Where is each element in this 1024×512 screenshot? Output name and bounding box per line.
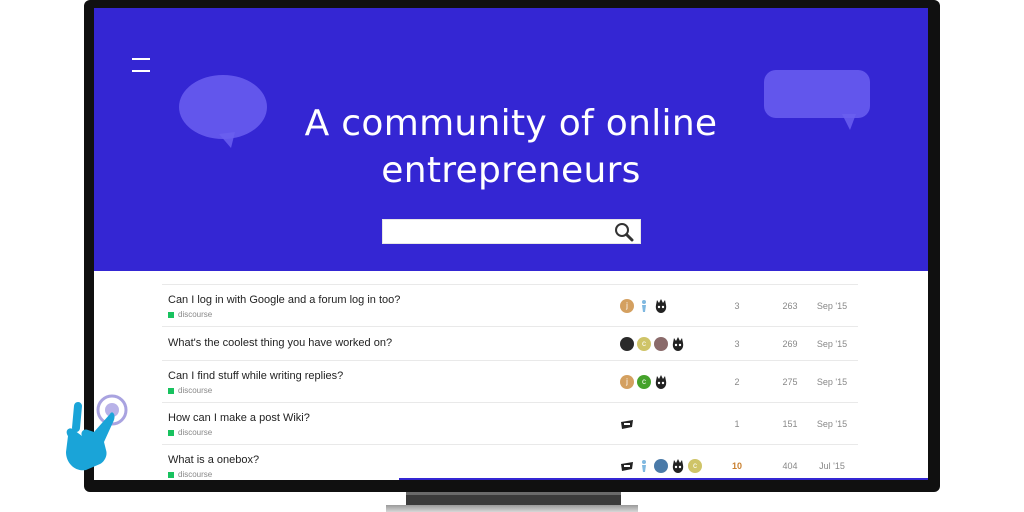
topic-row[interactable]: How can I make a post Wiki? discourse 1 151… (162, 402, 858, 444)
reply-count: 3 (734, 300, 740, 311)
avatar[interactable] (620, 337, 634, 351)
title-line-1: A community of online (304, 103, 718, 144)
category-label: discourse (178, 428, 213, 437)
avatar[interactable] (637, 459, 651, 473)
avatar[interactable] (654, 299, 668, 313)
menu-icon[interactable] (132, 56, 150, 76)
topic-title-link[interactable]: How can I make a post Wiki? (168, 412, 310, 424)
category-color-square (168, 387, 174, 394)
title-line-2: entrepreneurs (381, 150, 641, 191)
avatar[interactable]: j (620, 299, 634, 313)
category-label: discourse (178, 470, 213, 479)
footer-accent-bar (399, 478, 928, 480)
activity-date[interactable]: Sep '15 (810, 301, 854, 311)
avatar[interactable]: c (637, 375, 651, 389)
speech-bubble-icon (764, 70, 870, 130)
poster-avatars (620, 417, 637, 431)
topic-title-link[interactable]: Can I find stuff while writing replies? (168, 370, 343, 382)
category-color-square (168, 429, 174, 436)
reply-count: 2 (734, 376, 740, 387)
view-count: 151 (782, 418, 798, 429)
poster-avatars: c (620, 459, 705, 473)
avatar[interactable] (654, 337, 668, 351)
topic-row[interactable]: Can I log in with Google and a forum log… (162, 284, 858, 326)
poster-avatars: c (620, 337, 688, 351)
view-count: 275 (782, 376, 798, 387)
avatar[interactable]: j (620, 375, 634, 389)
page-title: A community of online entrepreneurs (274, 100, 748, 194)
avatar[interactable] (654, 375, 668, 389)
category-badge[interactable]: discourse (168, 470, 212, 479)
search-box (382, 219, 641, 244)
avatar[interactable]: c (637, 337, 651, 351)
speech-bubble-icon (179, 75, 267, 148)
category-badge[interactable]: discourse (168, 386, 212, 395)
avatar[interactable] (654, 459, 668, 473)
monitor-stand-highlight (406, 492, 621, 495)
category-color-square (168, 471, 174, 478)
avatar[interactable] (671, 459, 685, 473)
avatar[interactable]: c (688, 459, 702, 473)
reply-count: 1 (734, 418, 740, 429)
avatar[interactable] (620, 459, 634, 473)
monitor-stand-base (386, 505, 638, 512)
category-label: discourse (178, 386, 213, 395)
activity-date[interactable]: Sep '15 (810, 419, 854, 429)
reply-count: 10 (731, 460, 742, 471)
avatar[interactable] (620, 417, 634, 431)
view-count: 263 (782, 300, 798, 311)
topic-title-link[interactable]: Can I log in with Google and a forum log… (168, 294, 400, 306)
activity-date[interactable]: Sep '15 (810, 377, 854, 387)
hero-banner: A community of online entrepreneurs (94, 8, 928, 271)
category-label: discourse (178, 310, 213, 319)
category-color-square (168, 311, 174, 318)
topic-list: Can I log in with Google and a forum log… (162, 284, 858, 480)
topic-row[interactable]: Can I find stuff while writing replies? d… (162, 360, 858, 402)
screen: A community of online entrepreneurs Can … (94, 8, 928, 480)
search-icon[interactable] (614, 222, 634, 242)
avatar[interactable] (637, 299, 651, 313)
search-input[interactable] (383, 220, 619, 243)
reply-count: 3 (734, 338, 740, 349)
poster-avatars: jc (620, 375, 671, 389)
monitor-frame: A community of online entrepreneurs Can … (84, 0, 940, 492)
category-badge[interactable]: discourse (168, 310, 212, 319)
view-count: 404 (782, 460, 798, 471)
activity-date[interactable]: Sep '15 (810, 339, 854, 349)
pointing-hand-icon (66, 394, 128, 471)
topic-row[interactable]: What is a onebox? discourse c 10 404 Jul '15 (162, 444, 858, 480)
view-count: 269 (782, 338, 798, 349)
poster-avatars: j (620, 299, 671, 313)
topic-title-link[interactable]: What's the coolest thing you have worked… (168, 337, 392, 349)
activity-date[interactable]: Jul '15 (810, 461, 854, 471)
topic-title-link[interactable]: What is a onebox? (168, 454, 259, 466)
category-badge[interactable]: discourse (168, 428, 212, 437)
topic-row[interactable]: What's the coolest thing you have worked… (162, 326, 858, 360)
avatar[interactable] (671, 337, 685, 351)
